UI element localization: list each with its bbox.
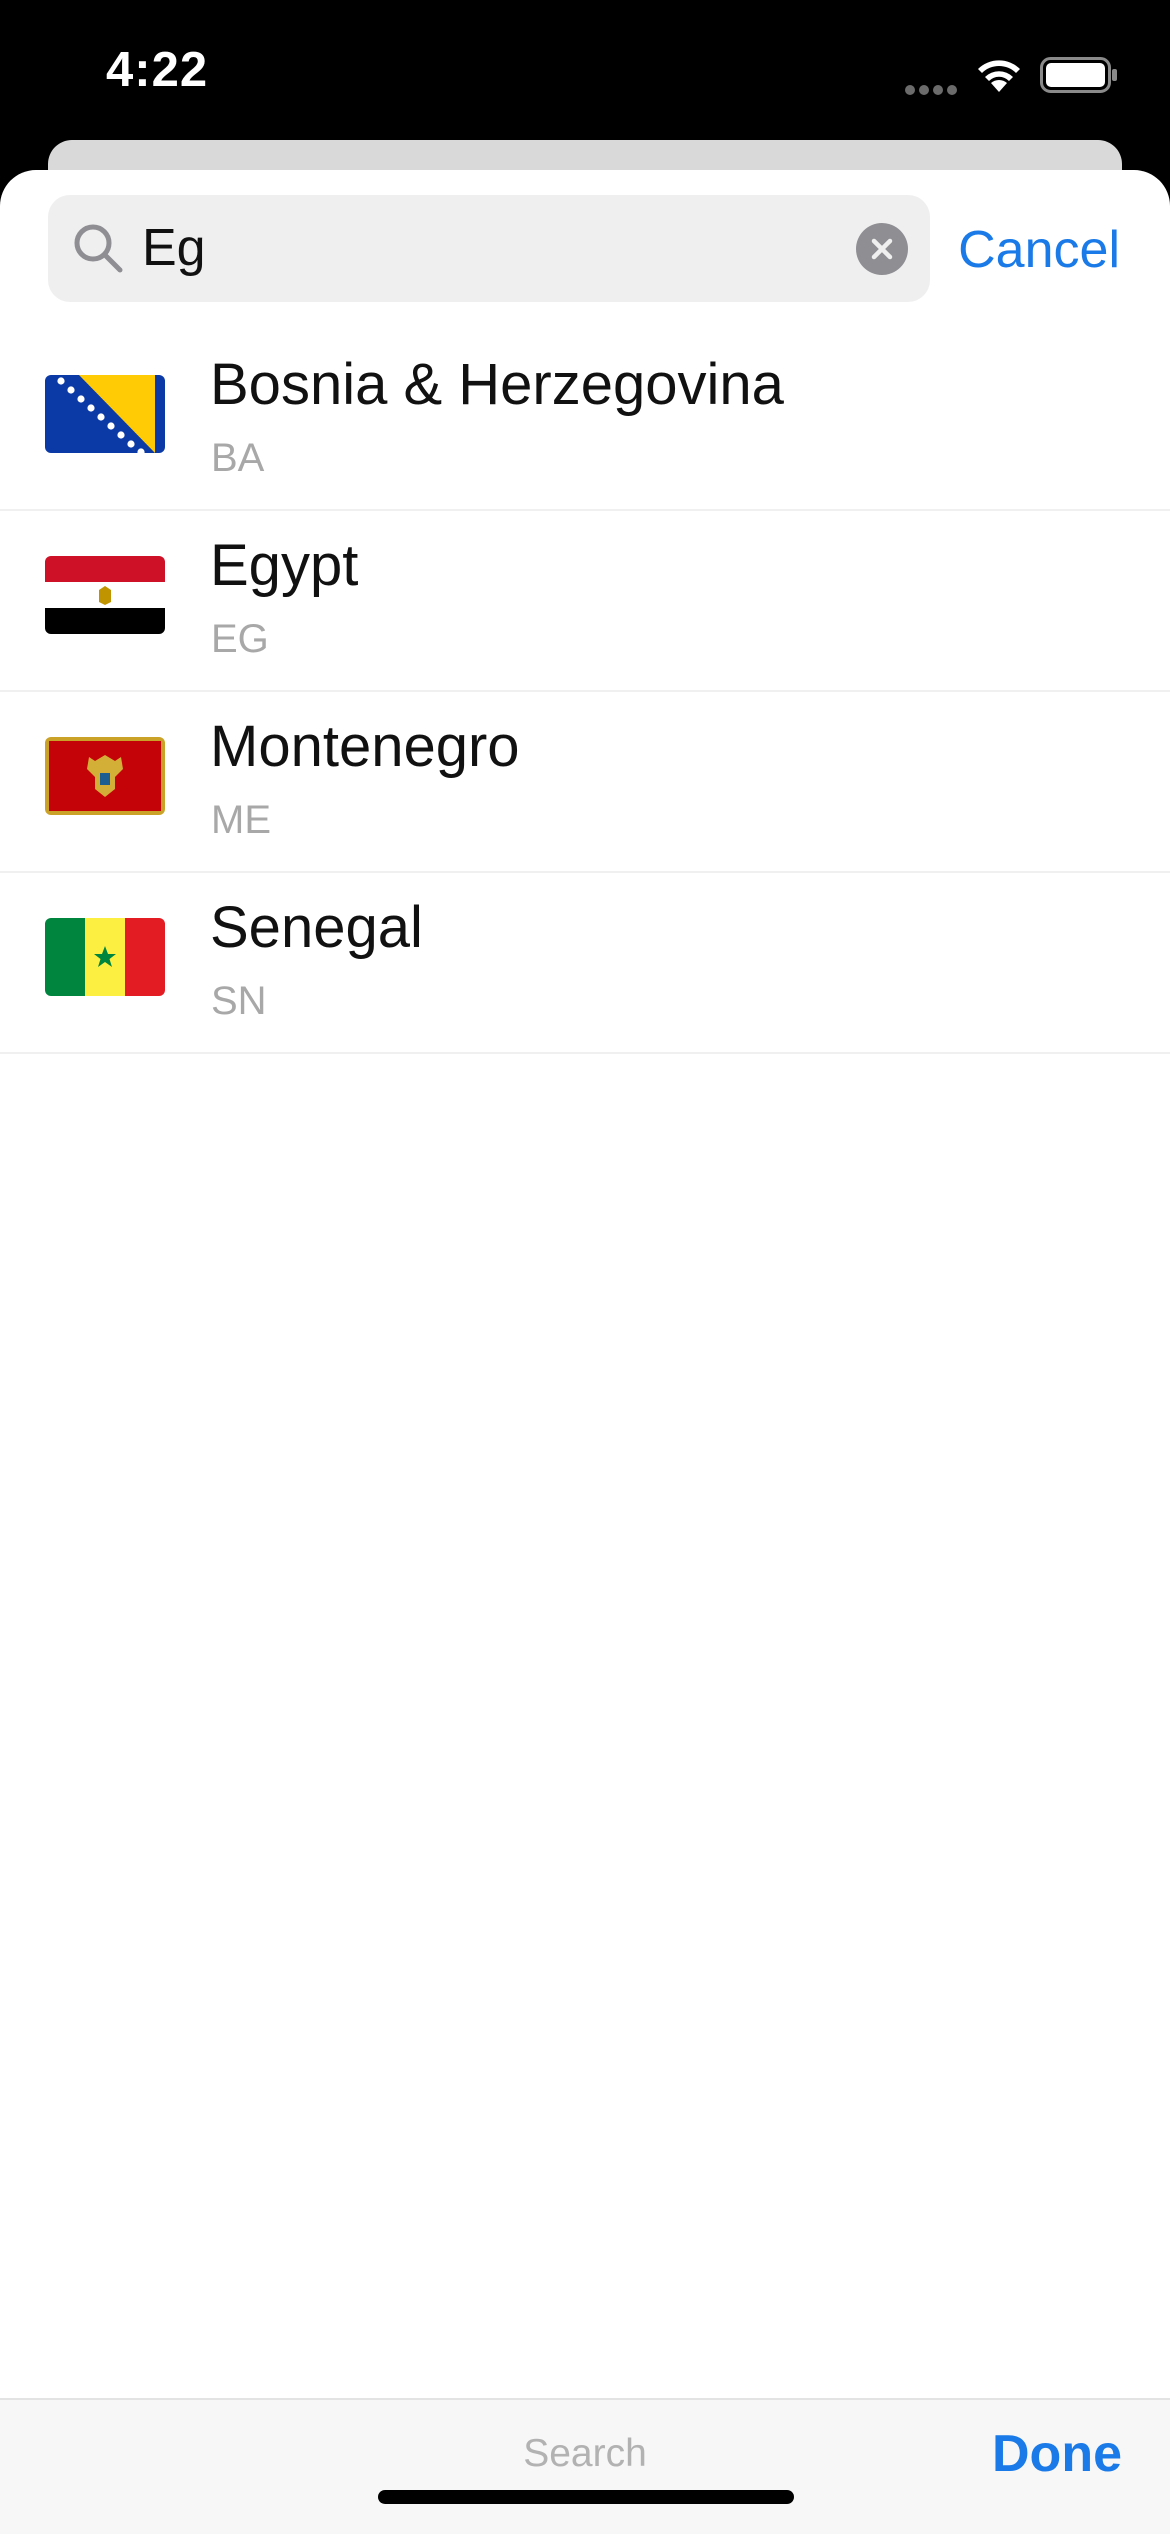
flag-sn-icon [45,918,165,996]
country-name: Egypt [210,533,359,598]
list-item[interactable]: Bosnia & Herzegovina BA [0,330,1170,511]
flag-eg-icon [45,556,165,634]
country-name: Bosnia & Herzegovina [210,352,784,417]
country-name: Montenegro [210,714,520,779]
country-picker-sheet: Eg Cancel Bosnia & Herzegovina BA Egypt … [0,170,1170,2532]
country-code: ME [211,798,271,842]
status-time: 4:22 [106,43,209,97]
search-field[interactable]: Eg [48,195,930,302]
flag-ba-icon [45,375,165,453]
search-icon [74,224,123,273]
bottom-toolbar: Search Done [0,2398,1170,2534]
country-code: EG [211,617,269,661]
list-item[interactable]: Senegal SN [0,873,1170,1054]
done-button[interactable]: Done [992,2422,1122,2486]
country-name: Senegal [210,895,423,960]
status-bar: 4:22 [0,0,1170,140]
battery-icon [1040,57,1117,93]
clear-search-icon[interactable] [856,223,908,275]
cellular-signal-icon [905,82,961,100]
home-indicator[interactable] [378,2490,794,2504]
country-code: BA [211,436,265,480]
list-item[interactable]: Egypt EG [0,511,1170,692]
country-code: SN [211,979,267,1023]
search-row: Eg Cancel [0,195,1170,303]
search-input[interactable]: Eg [142,217,206,279]
cancel-button[interactable]: Cancel [958,219,1120,281]
wifi-icon [978,60,1020,92]
country-list: Bosnia & Herzegovina BA Egypt EG Montene… [0,330,1170,1054]
flag-me-icon [45,737,165,815]
list-item[interactable]: Montenegro ME [0,692,1170,873]
